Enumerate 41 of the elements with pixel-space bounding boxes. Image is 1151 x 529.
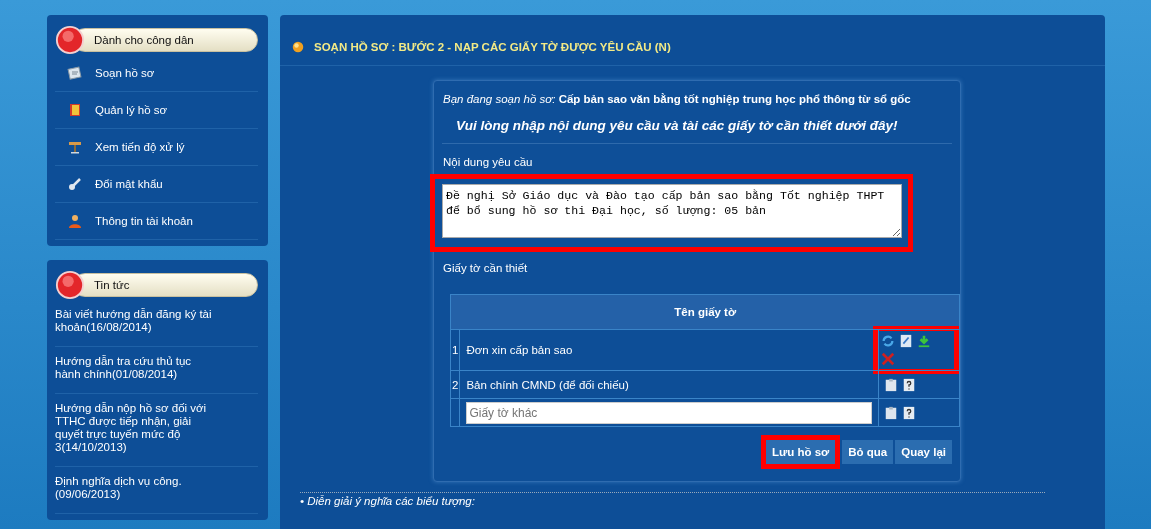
field-label: Giấy tờ cần thiết	[443, 262, 529, 274]
signpost-icon	[67, 139, 83, 155]
notepad-icon	[67, 65, 83, 81]
ball-icon	[55, 25, 85, 55]
document-name: Bản chính CMND (để đối chiếu)	[459, 370, 879, 399]
intro-text: Bạn đang soạn hồ sơ: Cấp bản sao văn bằng tốt nghiệp trung học phổ thông từ sổ gốc	[443, 92, 912, 108]
bullet-icon	[292, 41, 304, 53]
help-icon	[902, 377, 917, 392]
menu-link[interactable]: Đổi mật khẩu	[95, 178, 163, 190]
menu-link[interactable]: Thông tin tài khoản	[95, 215, 193, 227]
key-icon	[67, 176, 83, 192]
menu-link[interactable]: Quản lý hồ sơ	[95, 104, 168, 116]
help-icon	[902, 405, 917, 420]
menu-link[interactable]: Soạn hồ sơ	[95, 67, 155, 79]
person-icon	[67, 213, 83, 229]
clipboard-icon	[884, 405, 899, 420]
row-number: 2	[450, 370, 460, 399]
news-link[interactable]: Hướng dẫn tra cứu thủ tục hành chính(01/08/2014)	[55, 355, 218, 381]
menu-link[interactable]: Xem tiến độ xử lý	[95, 141, 185, 153]
news-link[interactable]: Bài viết hướng dẫn đăng ký tài khoản(16/08/2014)	[55, 308, 218, 334]
ball-icon	[55, 270, 85, 300]
row-number: 1	[450, 329, 460, 371]
clipboard-icon	[884, 377, 899, 392]
action-button[interactable]: Quay lại	[895, 440, 952, 464]
action-button[interactable]: Bỏ qua	[842, 440, 894, 464]
column-header: Tên giấy tờ	[450, 294, 960, 330]
legend-heading: • Diễn giải ý nghĩa các biểu tượng:	[300, 495, 476, 507]
document-input[interactable]: Giấy tờ khác	[466, 401, 873, 424]
action-button[interactable]: Lưu hồ sơ	[765, 440, 836, 464]
refresh-icon	[881, 334, 896, 348]
page-heading: SOẠN HỒ SƠ : BƯỚC 2 - NẠP CÁC GIẤY TỜ ĐƯỢC YÊU CẦU (N)	[314, 41, 671, 53]
news-link[interactable]: Định nghĩa dịch vụ công.(09/06/2013)	[55, 475, 218, 501]
book-icon	[67, 102, 83, 118]
download-icon	[917, 334, 932, 348]
field-label: Nội dung yêu cầu	[443, 156, 534, 168]
news-link[interactable]: Hướng dẫn nộp hồ sơ đối với TTHC được tiếp nhận, giải quyết trực tuyến mức độ 3(14/10/2013)	[55, 402, 218, 454]
edit-icon	[899, 334, 914, 348]
request-textarea[interactable]: Đề nghị Sở Giáo dục và Đào tạo cấp bản sao bằng Tốt nghiệp THPT để bổ sung hồ sơ thi Đại học, số lượng: 05 bản	[442, 184, 902, 238]
instruction-text: Vui lòng nhập nội dung yêu cầu và tài các giấy tờ cần thiết dưới đây!	[456, 118, 899, 133]
delete-icon	[881, 352, 896, 366]
document-name: Đơn xin cấp bản sao	[459, 329, 879, 371]
